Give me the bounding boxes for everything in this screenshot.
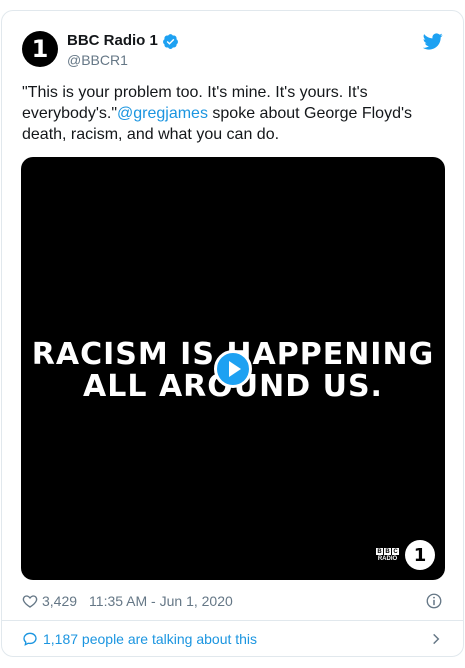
info-icon[interactable] — [425, 592, 443, 610]
twitter-bird-icon[interactable] — [423, 31, 443, 51]
bbc-letter: C — [392, 548, 399, 555]
tweet-text: "This is your problem too. It's mine. It… — [22, 82, 437, 145]
play-icon — [228, 361, 241, 377]
tweet-card: 1 BBC Radio 1 @BBCR1 "This is your probl… — [1, 10, 464, 657]
radio-1-logo: 1 — [405, 540, 435, 570]
verified-badge-icon — [162, 33, 178, 49]
divider — [2, 620, 463, 621]
chevron-right-icon — [433, 633, 440, 645]
radio-1-logo-text: 1 — [413, 544, 427, 566]
handle[interactable]: @BBCR1 — [67, 51, 179, 69]
conversation-link[interactable]: 1,187 people are talking about this — [22, 629, 443, 649]
video-media[interactable]: RACISM IS HAPPENING ALL AROUND US. B B C… — [21, 157, 445, 580]
mention-link[interactable]: @gregjames — [117, 105, 208, 122]
bbc-radio-text: RADIO — [377, 556, 398, 562]
author-info[interactable]: BBC Radio 1 @BBCR1 — [67, 32, 179, 69]
speech-bubble-icon — [23, 632, 37, 646]
bbc-letter: B — [376, 548, 383, 555]
heart-icon[interactable] — [22, 593, 38, 609]
bbc-radio-logo: B B C RADIO — [376, 548, 399, 562]
like-count[interactable]: 3,429 — [42, 593, 77, 609]
video-watermark: B B C RADIO 1 — [376, 540, 435, 570]
play-button[interactable] — [214, 350, 252, 388]
display-name-text: BBC Radio 1 — [67, 32, 158, 49]
conversation-count-text: 1,187 people are talking about this — [43, 631, 258, 647]
display-name[interactable]: BBC Radio 1 — [67, 32, 179, 50]
tweet-meta: 3,429 11:35 AM - Jun 1, 2020 — [22, 591, 443, 611]
bbc-letter: B — [384, 548, 391, 555]
tweet-timestamp[interactable]: 11:35 AM - Jun 1, 2020 — [89, 593, 233, 609]
tweet-header: 1 BBC Radio 1 @BBCR1 — [22, 31, 443, 75]
avatar-label: 1 — [31, 35, 49, 63]
avatar[interactable]: 1 — [22, 31, 58, 67]
